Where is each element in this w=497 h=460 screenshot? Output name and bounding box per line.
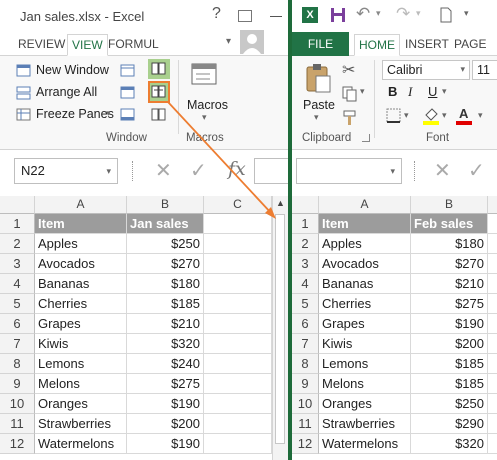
annotation-arrow (167, 101, 276, 219)
